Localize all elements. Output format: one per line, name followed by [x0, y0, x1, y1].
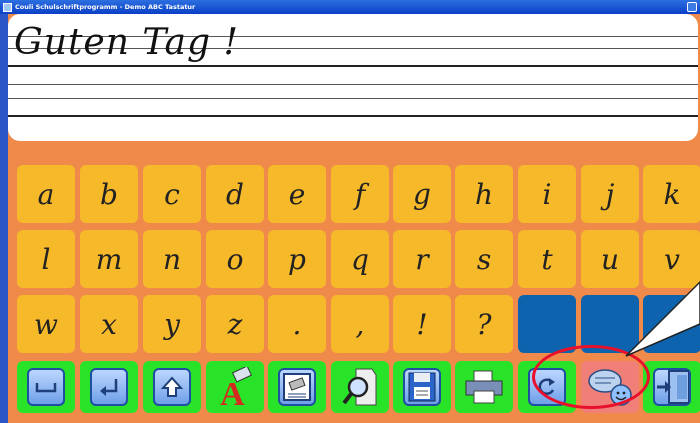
- key-v[interactable]: v: [643, 230, 700, 288]
- key-z[interactable]: z: [206, 295, 264, 353]
- key-w[interactable]: w: [17, 295, 75, 353]
- key-p[interactable]: p: [268, 230, 326, 288]
- key-a[interactable]: a: [17, 165, 75, 223]
- key-t[interactable]: t: [518, 230, 576, 288]
- speech-bubble-smiley-icon: [587, 367, 633, 407]
- key-x[interactable]: x: [80, 295, 138, 353]
- printer-icon: [464, 369, 504, 405]
- key-q[interactable]: q: [331, 230, 389, 288]
- key-period[interactable]: .: [268, 295, 326, 353]
- space-bar-icon: [27, 368, 65, 406]
- key-i[interactable]: i: [518, 165, 576, 223]
- key-l[interactable]: l: [17, 230, 75, 288]
- key-g[interactable]: g: [393, 165, 451, 223]
- refresh-button[interactable]: [518, 361, 576, 413]
- exit-door-icon: [653, 368, 691, 406]
- empty-key[interactable]: [643, 295, 700, 353]
- eraser-document-icon: [278, 368, 316, 406]
- print-button[interactable]: [455, 361, 513, 413]
- writing-area[interactable]: Guten Tag !: [8, 14, 698, 141]
- key-c[interactable]: c: [143, 165, 201, 223]
- key-b[interactable]: b: [80, 165, 138, 223]
- refresh-icon: [528, 368, 566, 406]
- letter-a-eraser-icon: A: [218, 367, 252, 407]
- space-key-button[interactable]: [17, 361, 75, 413]
- window-title: Couli Schulschriftprogramm - Demo ABC Ta…: [15, 3, 196, 11]
- window-frame-left: [0, 14, 8, 423]
- key-m[interactable]: m: [80, 230, 138, 288]
- window-control-button[interactable]: [687, 2, 697, 12]
- key-f[interactable]: f: [331, 165, 389, 223]
- enter-arrow-icon: [90, 368, 128, 406]
- enter-key-button[interactable]: [80, 361, 138, 413]
- key-n[interactable]: n: [143, 230, 201, 288]
- key-k[interactable]: k: [643, 165, 700, 223]
- floppy-disk-icon: [403, 368, 441, 406]
- speech-button[interactable]: [581, 361, 639, 413]
- key-question[interactable]: ?: [455, 295, 513, 353]
- document-magnifier-icon: [342, 367, 378, 407]
- window-titlebar: Couli Schulschriftprogramm - Demo ABC Ta…: [0, 0, 700, 14]
- base-line: [8, 65, 698, 67]
- key-s[interactable]: s: [455, 230, 513, 288]
- preview-button[interactable]: [331, 361, 389, 413]
- key-comma[interactable]: ,: [331, 295, 389, 353]
- shift-arrow-icon: [153, 368, 191, 406]
- key-e[interactable]: e: [268, 165, 326, 223]
- exit-button[interactable]: [643, 361, 700, 413]
- font-eraser-button[interactable]: A: [206, 361, 264, 413]
- key-j[interactable]: j: [581, 165, 639, 223]
- guide-line: [8, 84, 698, 85]
- empty-key[interactable]: [518, 295, 576, 353]
- key-r[interactable]: r: [393, 230, 451, 288]
- clear-text-button[interactable]: [268, 361, 326, 413]
- empty-key[interactable]: [581, 295, 639, 353]
- app-icon: [3, 2, 12, 12]
- save-button[interactable]: [393, 361, 451, 413]
- key-exclamation[interactable]: !: [393, 295, 451, 353]
- base-line: [8, 115, 698, 117]
- key-h[interactable]: h: [455, 165, 513, 223]
- shift-key-button[interactable]: [143, 361, 201, 413]
- svg-text:A: A: [220, 376, 245, 407]
- key-u[interactable]: u: [581, 230, 639, 288]
- guide-line: [8, 98, 698, 99]
- written-text: Guten Tag !: [14, 22, 239, 63]
- key-y[interactable]: y: [143, 295, 201, 353]
- key-d[interactable]: d: [206, 165, 264, 223]
- key-o[interactable]: o: [206, 230, 264, 288]
